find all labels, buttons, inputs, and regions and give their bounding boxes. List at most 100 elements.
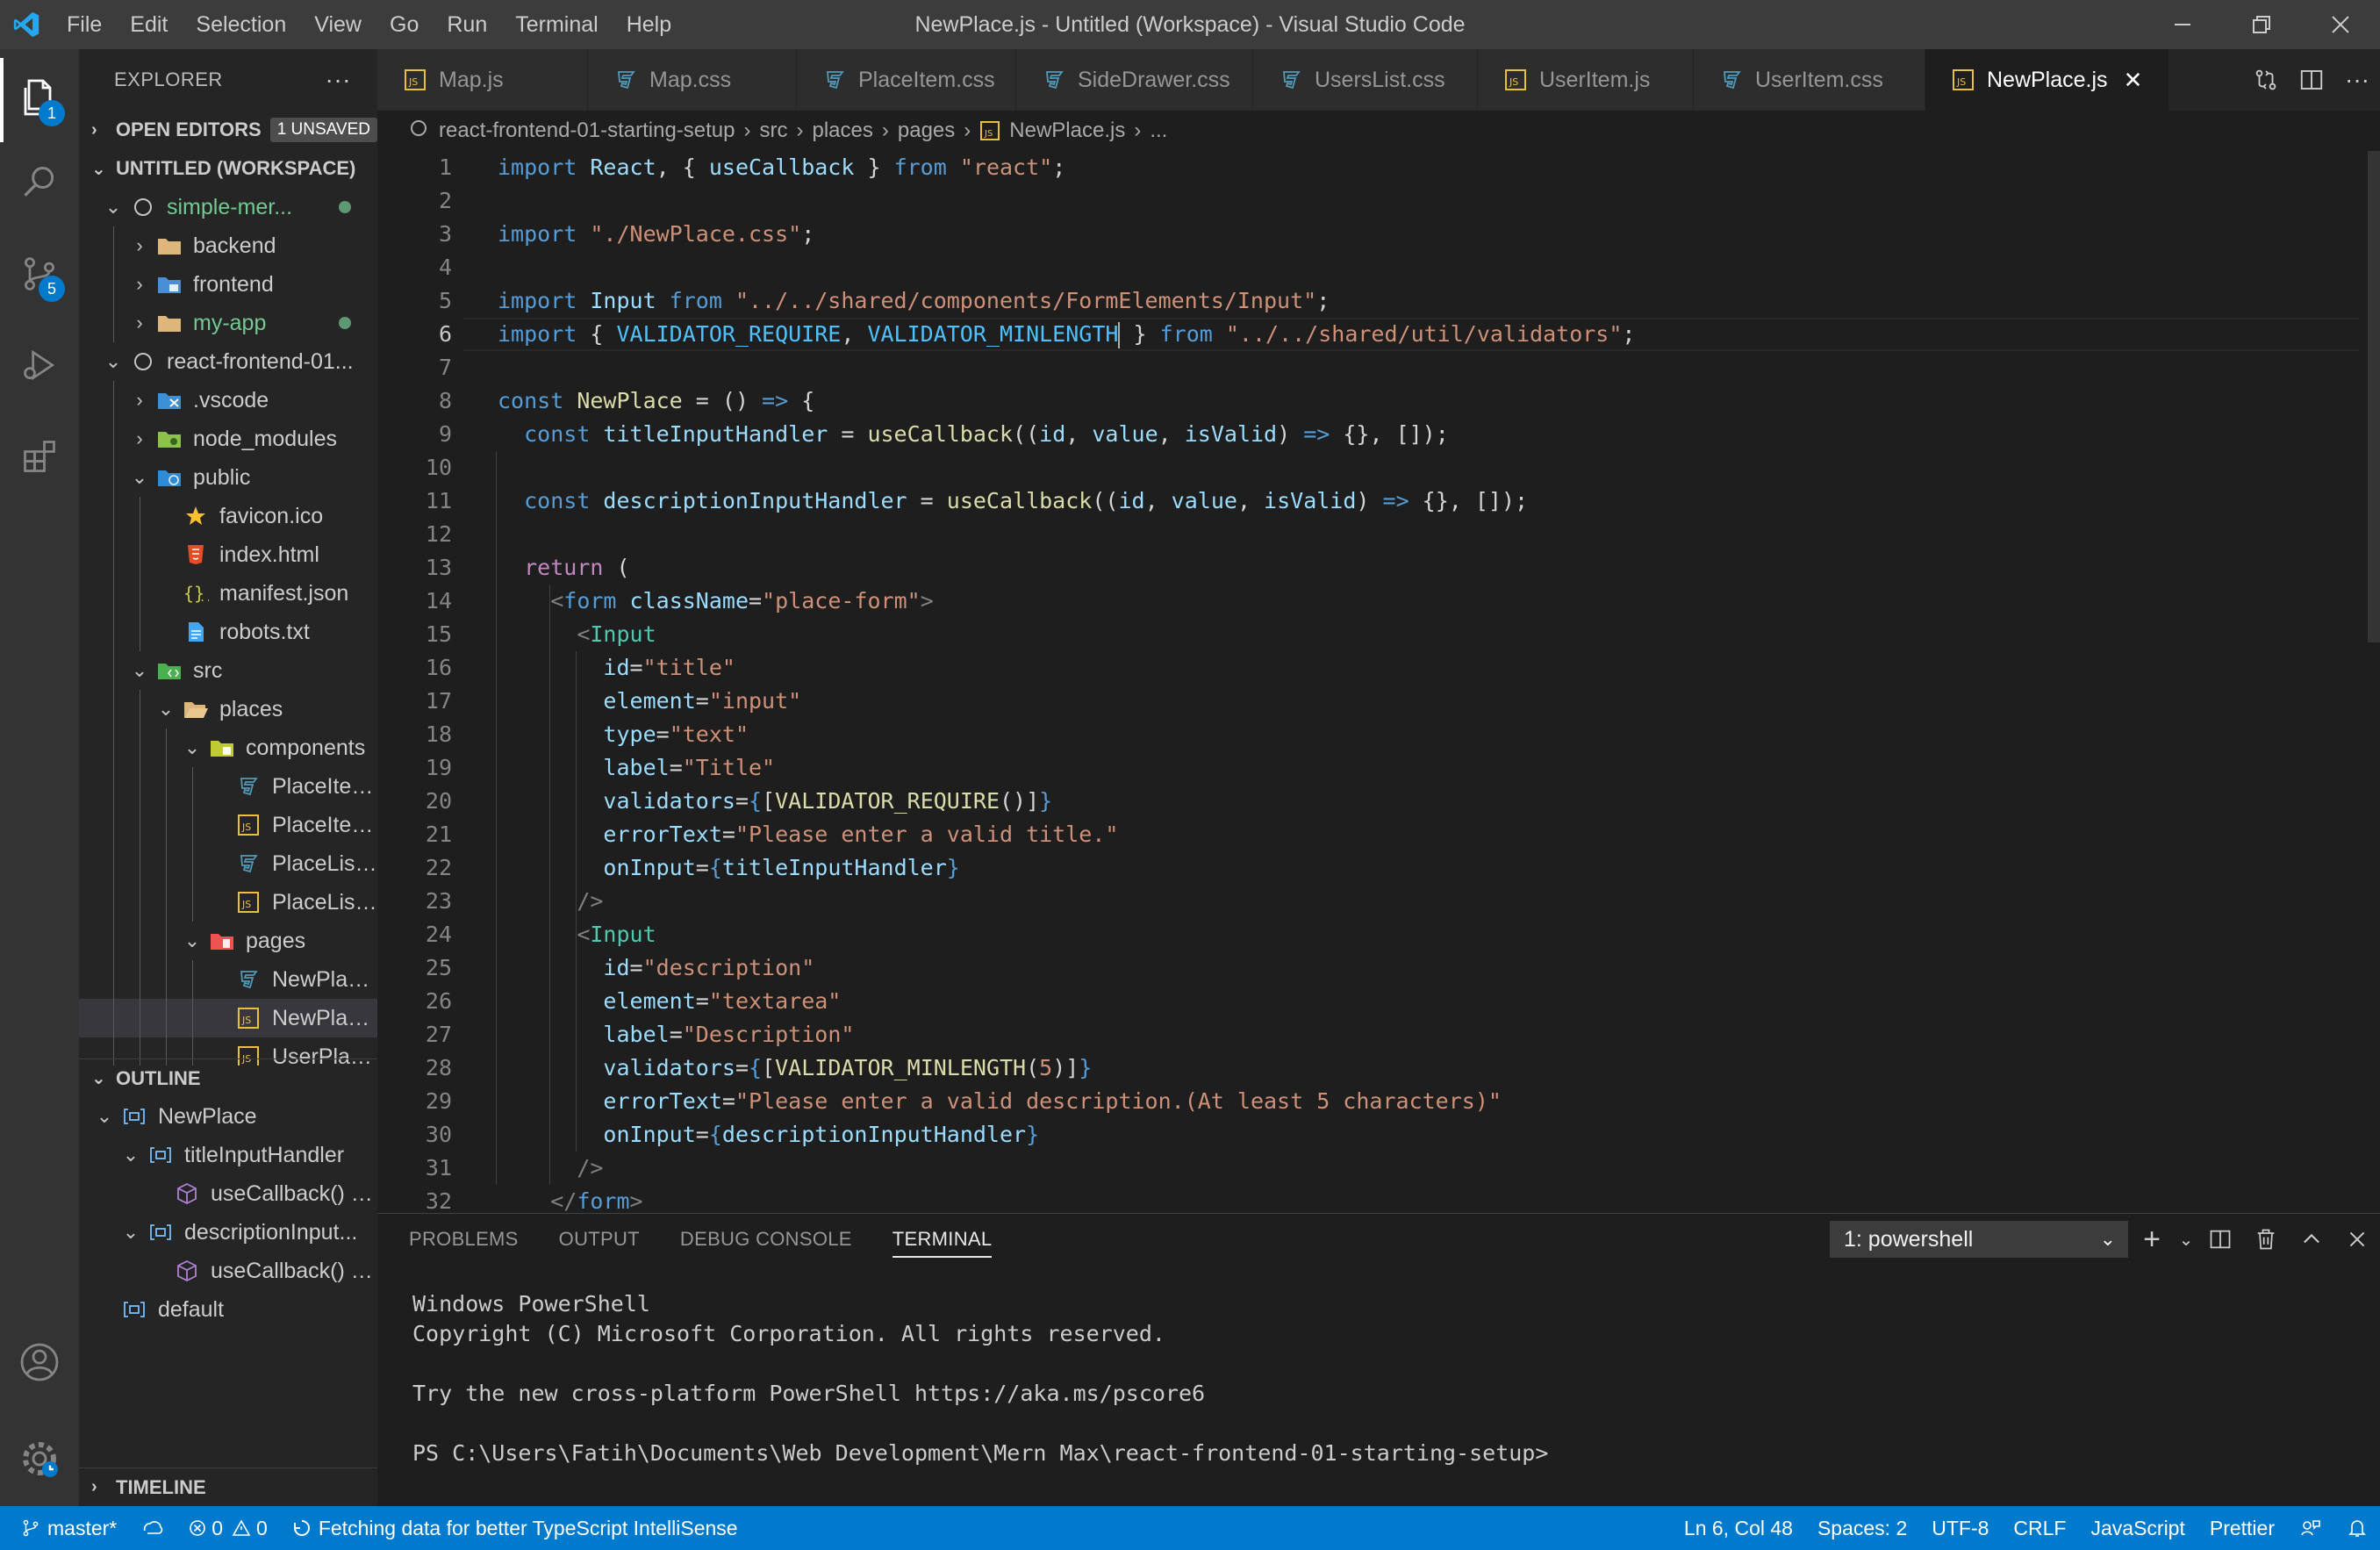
file-item[interactable]: robots.txt xyxy=(79,613,377,651)
outline-section[interactable]: ⌄ OUTLINE xyxy=(79,1058,377,1097)
outline-item[interactable]: default xyxy=(79,1290,377,1329)
workspace-section[interactable]: ⌄ UNTITLED (WORKSPACE) xyxy=(79,149,377,188)
folder-vscode-icon xyxy=(153,389,186,412)
repo-icon xyxy=(126,196,160,219)
folder-item[interactable]: ⌄ pages xyxy=(79,922,377,960)
typescript-status[interactable]: Fetching data for better TypeScript Inte… xyxy=(280,1506,750,1550)
file-item[interactable]: favicon.ico xyxy=(79,497,377,535)
panel-tab-debug-console[interactable]: DEBUG CONSOLE xyxy=(680,1214,852,1265)
tab-sidedrawer-css[interactable]: SideDrawer.css xyxy=(1016,49,1253,111)
breadcrumb-item-places[interactable]: places xyxy=(813,118,873,143)
activity-source-control[interactable]: 5 xyxy=(0,233,79,318)
file-item[interactable]: index.html xyxy=(79,535,377,574)
language-mode[interactable]: JavaScript xyxy=(2078,1506,2197,1550)
menu-item-edit[interactable]: Edit xyxy=(116,0,182,49)
activity-manage[interactable] xyxy=(0,1418,79,1503)
terminal-output[interactable]: Windows PowerShell Copyright (C) Microsof… xyxy=(412,1289,1548,1468)
feedback-icon[interactable] xyxy=(2287,1506,2334,1550)
breadcrumb-item-pages[interactable]: pages xyxy=(898,118,955,143)
branch-indicator[interactable]: master* xyxy=(9,1506,129,1550)
file-item[interactable]: JS PlaceItem.js xyxy=(79,806,377,844)
file-item[interactable]: JS PlaceList.js xyxy=(79,883,377,922)
panel-tab-output[interactable]: OUTPUT xyxy=(559,1214,640,1265)
tab-map-css[interactable]: Map.css xyxy=(588,49,797,111)
minimize-icon[interactable] xyxy=(2143,0,2222,49)
file-item[interactable]: NewPlace.css xyxy=(79,960,377,999)
new-terminal-icon[interactable]: + xyxy=(2129,1223,2175,1257)
breadcrumb-item-file[interactable]: NewPlace.js xyxy=(1009,118,1125,143)
split-editor-icon[interactable] xyxy=(2289,67,2334,93)
problems-indicator[interactable]: 0 0 xyxy=(176,1506,280,1550)
outline-item[interactable]: ⌄ titleInputHandler xyxy=(79,1136,377,1174)
tab-userslist-css[interactable]: UsersList.css xyxy=(1253,49,1478,111)
tab-map-js[interactable]: JS Map.js xyxy=(377,49,588,111)
panel-tab-terminal[interactable]: TERMINAL xyxy=(892,1214,993,1265)
restore-icon[interactable] xyxy=(2222,0,2301,49)
outline-item[interactable]: useCallback() ca... xyxy=(79,1252,377,1290)
activity-accounts[interactable] xyxy=(0,1322,79,1406)
activity-run[interactable] xyxy=(0,325,79,409)
tab-useritem-js[interactable]: JS UserItem.js xyxy=(1478,49,1694,111)
folder-item[interactable]: › my-app xyxy=(79,304,377,342)
terminal-select[interactable]: 1: powershell ⌄ xyxy=(1830,1221,2128,1258)
editor-scrollbar[interactable] xyxy=(2368,151,2380,642)
breadcrumb-item-src[interactable]: src xyxy=(760,118,788,143)
chevron-down-icon[interactable]: ⌄ xyxy=(2175,1229,2197,1251)
activity-search[interactable] xyxy=(0,142,79,226)
file-item[interactable]: PlaceItem.css xyxy=(79,767,377,806)
menu-item-go[interactable]: Go xyxy=(376,0,433,49)
folder-item[interactable]: › backend xyxy=(79,226,377,265)
file-item[interactable]: PlaceList.css xyxy=(79,844,377,883)
split-terminal-icon[interactable] xyxy=(2197,1227,2243,1252)
folder-item[interactable]: ⌄ simple-mer... xyxy=(79,188,377,226)
indentation[interactable]: Spaces: 2 xyxy=(1805,1506,1919,1550)
sync-indicator[interactable] xyxy=(129,1506,176,1550)
menu-item-terminal[interactable]: Terminal xyxy=(501,0,612,49)
open-changes-icon[interactable] xyxy=(2243,67,2289,93)
outline-item[interactable]: ⌄ descriptionInput... xyxy=(79,1213,377,1252)
file-item[interactable]: JS NewPlace.js xyxy=(79,999,377,1037)
outline-item-label: default xyxy=(158,1296,225,1322)
folder-item[interactable]: ⌄ react-frontend-01... xyxy=(79,342,377,381)
folder-item[interactable]: ⌄ places xyxy=(79,690,377,728)
formatter[interactable]: Prettier xyxy=(2197,1506,2287,1550)
tab-newplace-js[interactable]: JS NewPlace.js ✕ xyxy=(1925,49,2169,111)
menu-item-file[interactable]: File xyxy=(53,0,116,49)
variable-icon xyxy=(144,1145,177,1166)
file-item[interactable]: {}.. manifest.json xyxy=(79,574,377,613)
tab-useritem-css[interactable]: UserItem.css xyxy=(1694,49,1925,111)
folder-item[interactable]: › frontend xyxy=(79,265,377,304)
panel-tab-problems[interactable]: PROBLEMS xyxy=(409,1214,519,1265)
tab-placeitem-css[interactable]: PlaceItem.css xyxy=(797,49,1016,111)
outline-item[interactable]: useCallback() ca... xyxy=(79,1174,377,1213)
trash-icon[interactable] xyxy=(2243,1227,2289,1252)
outline-item[interactable]: ⌄ NewPlace xyxy=(79,1097,377,1136)
menu-item-selection[interactable]: Selection xyxy=(182,0,300,49)
more-actions-icon[interactable]: ··· xyxy=(326,66,351,94)
close-panel-icon[interactable] xyxy=(2334,1228,2380,1251)
maximize-panel-icon[interactable] xyxy=(2289,1227,2334,1252)
activity-extensions[interactable] xyxy=(0,416,79,500)
timeline-section[interactable]: › TIMELINE xyxy=(79,1467,377,1506)
folder-item[interactable]: ⌄ src xyxy=(79,651,377,690)
activity-explorer[interactable]: 1 xyxy=(0,58,79,142)
breadcrumb-item-root[interactable]: react-frontend-01-starting-setup xyxy=(439,118,735,143)
close-window-icon[interactable] xyxy=(2301,0,2380,49)
breadcrumb-item-symbol[interactable]: ... xyxy=(1150,118,1167,143)
menu-item-view[interactable]: View xyxy=(300,0,376,49)
code-editor[interactable]: 1 import React, { useCallback } from "rea… xyxy=(377,151,2380,1213)
encoding[interactable]: UTF-8 xyxy=(1919,1506,2001,1550)
close-icon[interactable]: ✕ xyxy=(2124,67,2143,94)
repo-icon xyxy=(126,350,160,373)
open-editors-section[interactable]: › OPEN EDITORS 1 UNSAVED xyxy=(79,111,377,149)
menu-item-run[interactable]: Run xyxy=(433,0,501,49)
more-icon[interactable]: ··· xyxy=(2334,66,2380,94)
notifications-icon[interactable] xyxy=(2334,1506,2380,1550)
folder-item[interactable]: › .vscode xyxy=(79,381,377,420)
folder-item[interactable]: ⌄ public xyxy=(79,458,377,497)
folder-item[interactable]: ⌄ components xyxy=(79,728,377,767)
menu-item-help[interactable]: Help xyxy=(613,0,685,49)
folder-item[interactable]: › node_modules xyxy=(79,420,377,458)
line-ending[interactable]: CRLF xyxy=(2001,1506,2078,1550)
cursor-position[interactable]: Ln 6, Col 48 xyxy=(1672,1506,1805,1550)
